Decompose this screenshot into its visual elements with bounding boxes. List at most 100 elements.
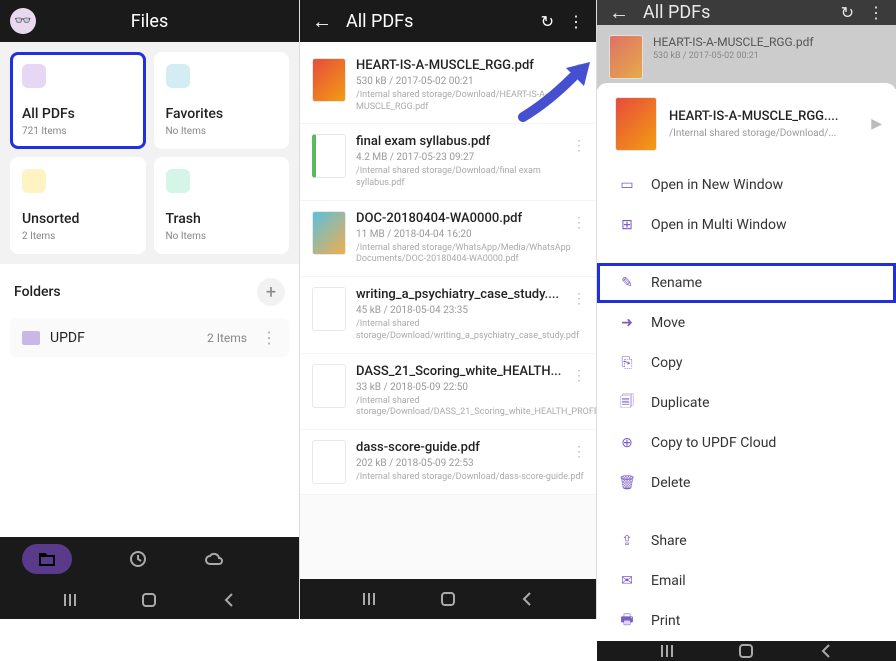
home-button[interactable] [438, 589, 458, 609]
file-name: writing_a_psychiatry_case_study.... [356, 287, 584, 302]
menu-open-in-new-window[interactable]: ▭ Open in New Window [597, 165, 896, 205]
menu-email[interactable]: ✉ Email [597, 561, 896, 601]
copy-icon: ⎘ [619, 355, 635, 371]
file-item[interactable]: HEART-IS-A-MUSCLE_RGG.pdf 530 kB / 2017-… [300, 48, 596, 124]
cloud-icon: ⊕ [619, 435, 635, 451]
selected-file-name: HEART-IS-A-MUSCLE_RGG.... [669, 109, 859, 124]
duplicate-icon: 🗐 [619, 395, 635, 411]
back-button[interactable] [816, 641, 836, 661]
file-meta: 33 kB / 2018-05-09 22:50 [356, 382, 584, 393]
nav-buttons [0, 581, 299, 619]
email-icon: ✉ [619, 573, 635, 589]
multiwindow-icon: ⊞ [619, 217, 635, 233]
menu-delete[interactable]: 🗑 Delete [597, 463, 896, 503]
move-icon: ➜ [619, 315, 635, 331]
file-meta: 45 kB / 2018-05-04 23:35 [356, 305, 584, 316]
refresh-icon[interactable]: ↻ [841, 3, 854, 22]
file-path: /Internal shared storage/Download/DASS_2… [356, 396, 584, 419]
delete-icon: 🗑 [619, 475, 635, 491]
file-item[interactable]: dass-score-guide.pdf 202 kB / 2018-05-09… [300, 430, 596, 495]
cloud-icon[interactable] [204, 549, 224, 569]
menu-print[interactable]: 🖶 Print [597, 601, 896, 641]
menu-duplicate[interactable]: 🗐 Duplicate [597, 383, 896, 423]
folder-count: 2 Items [207, 331, 247, 345]
add-folder-button[interactable]: + [257, 278, 285, 306]
recents-button[interactable] [60, 590, 80, 610]
category-cards: All PDFs 721 Items Favorites No Items Un… [0, 42, 299, 264]
file-menu-icon[interactable]: ⋮ [572, 138, 586, 154]
file-thumb [609, 35, 643, 79]
file-item[interactable]: final exam syllabus.pdf 4.2 MB / 2017-05… [300, 124, 596, 200]
home-button[interactable] [736, 641, 756, 661]
menu-label: Email [651, 573, 686, 589]
category-card-all-pdfs[interactable]: All PDFs 721 Items [10, 52, 146, 149]
file-name: HEART-IS-A-MUSCLE_RGG.pdf [356, 58, 584, 73]
menu-icon[interactable]: ⋮ [868, 3, 884, 22]
card-subtitle: 721 Items [22, 126, 134, 137]
menu-label: Delete [651, 475, 690, 491]
folder-name: UPDF [50, 330, 197, 346]
file-menu-icon[interactable]: ⋮ [572, 215, 586, 231]
file-meta: 202 kB / 2018-05-09 22:53 [356, 458, 584, 469]
file-meta: 530 kB / 2017-05-02 00:21 [356, 76, 584, 87]
card-title: Unsorted [22, 211, 134, 227]
file-item[interactable]: writing_a_psychiatry_case_study.... 45 k… [300, 277, 596, 353]
menu-move[interactable]: ➜ Move [597, 303, 896, 343]
folders-label: Folders [14, 284, 61, 300]
category-card-unsorted[interactable]: Unsorted 2 Items [10, 157, 146, 254]
selected-file-header[interactable]: HEART-IS-A-MUSCLE_RGG.... /Internal shar… [597, 83, 896, 165]
home-button[interactable] [139, 590, 159, 610]
back-button[interactable] [517, 589, 537, 609]
menu-label: Print [651, 613, 680, 629]
category-card-trash[interactable]: Trash No Items [154, 157, 290, 254]
back-button[interactable] [219, 590, 239, 610]
header-bar: ← All PDFs ↻ ⋮ [300, 0, 596, 42]
file-thumb [312, 287, 346, 331]
file-item[interactable]: DOC-20180404-WA0000.pdf 11 MB / 2018-04-… [300, 201, 596, 277]
file-menu-icon[interactable]: ⋮ [572, 291, 586, 307]
refresh-icon[interactable]: ↻ [541, 12, 554, 31]
file-thumb [312, 440, 346, 484]
menu-share[interactable]: ⇪ Share [597, 521, 896, 561]
file-path: /Internal shared storage/Download/writin… [356, 319, 584, 342]
menu-rename[interactable]: ✎ Rename [597, 263, 896, 303]
menu-copy-to-updf-cloud[interactable]: ⊕ Copy to UPDF Cloud [597, 423, 896, 463]
recents-button[interactable] [359, 589, 379, 609]
share-icon: ⇪ [619, 533, 635, 549]
menu-icon[interactable]: ⋮ [568, 12, 584, 31]
card-icon [22, 169, 46, 193]
all-pdfs-panel: ← All PDFs ↻ ⋮ HEART-IS-A-MUSCLE_RGG.pdf… [300, 0, 597, 619]
files-panel: 👓 Files All PDFs 721 Items Favorites No … [0, 0, 300, 619]
folder-row[interactable]: UPDF 2 Items ⋮ [10, 318, 289, 357]
recents-button[interactable] [657, 641, 677, 661]
recent-icon[interactable] [128, 549, 148, 569]
card-subtitle: No Items [166, 231, 278, 242]
menu-copy[interactable]: ⎘ Copy [597, 343, 896, 383]
file-path: /Internal shared storage/Download/dass-s… [356, 472, 584, 484]
file-menu-icon[interactable]: ⋮ [572, 368, 586, 384]
menu-label: Move [651, 315, 685, 331]
card-icon [166, 64, 190, 88]
files-tab[interactable] [22, 544, 72, 574]
menu-open-in-multi-window[interactable]: ⊞ Open in Multi Window [597, 205, 896, 245]
file-path: /Internal shared storage/Download/final … [356, 166, 584, 189]
file-menu-icon[interactable]: ⋮ [572, 444, 586, 460]
back-icon[interactable]: ← [609, 0, 629, 25]
folder-menu-icon[interactable]: ⋮ [261, 328, 277, 347]
file-thumb [312, 134, 346, 178]
menu-label: Copy to UPDF Cloud [651, 435, 776, 451]
category-card-favorites[interactable]: Favorites No Items [154, 52, 290, 149]
file-thumb [312, 211, 346, 255]
file-name: final exam syllabus.pdf [356, 134, 584, 149]
file-menu-icon[interactable]: ⋮ [572, 62, 586, 78]
menu-label: Share [651, 533, 687, 549]
menu-label: Open in New Window [651, 177, 783, 193]
card-title: Trash [166, 211, 278, 227]
back-icon[interactable]: ← [312, 9, 332, 34]
file-meta: 4.2 MB / 2017-05-23 09:27 [356, 152, 584, 163]
file-item[interactable]: DASS_21_Scoring_white_HEALTH... 33 kB / … [300, 354, 596, 430]
app-bar [0, 537, 299, 581]
rename-icon: ✎ [619, 275, 635, 291]
card-icon [166, 169, 190, 193]
card-icon [22, 64, 46, 88]
